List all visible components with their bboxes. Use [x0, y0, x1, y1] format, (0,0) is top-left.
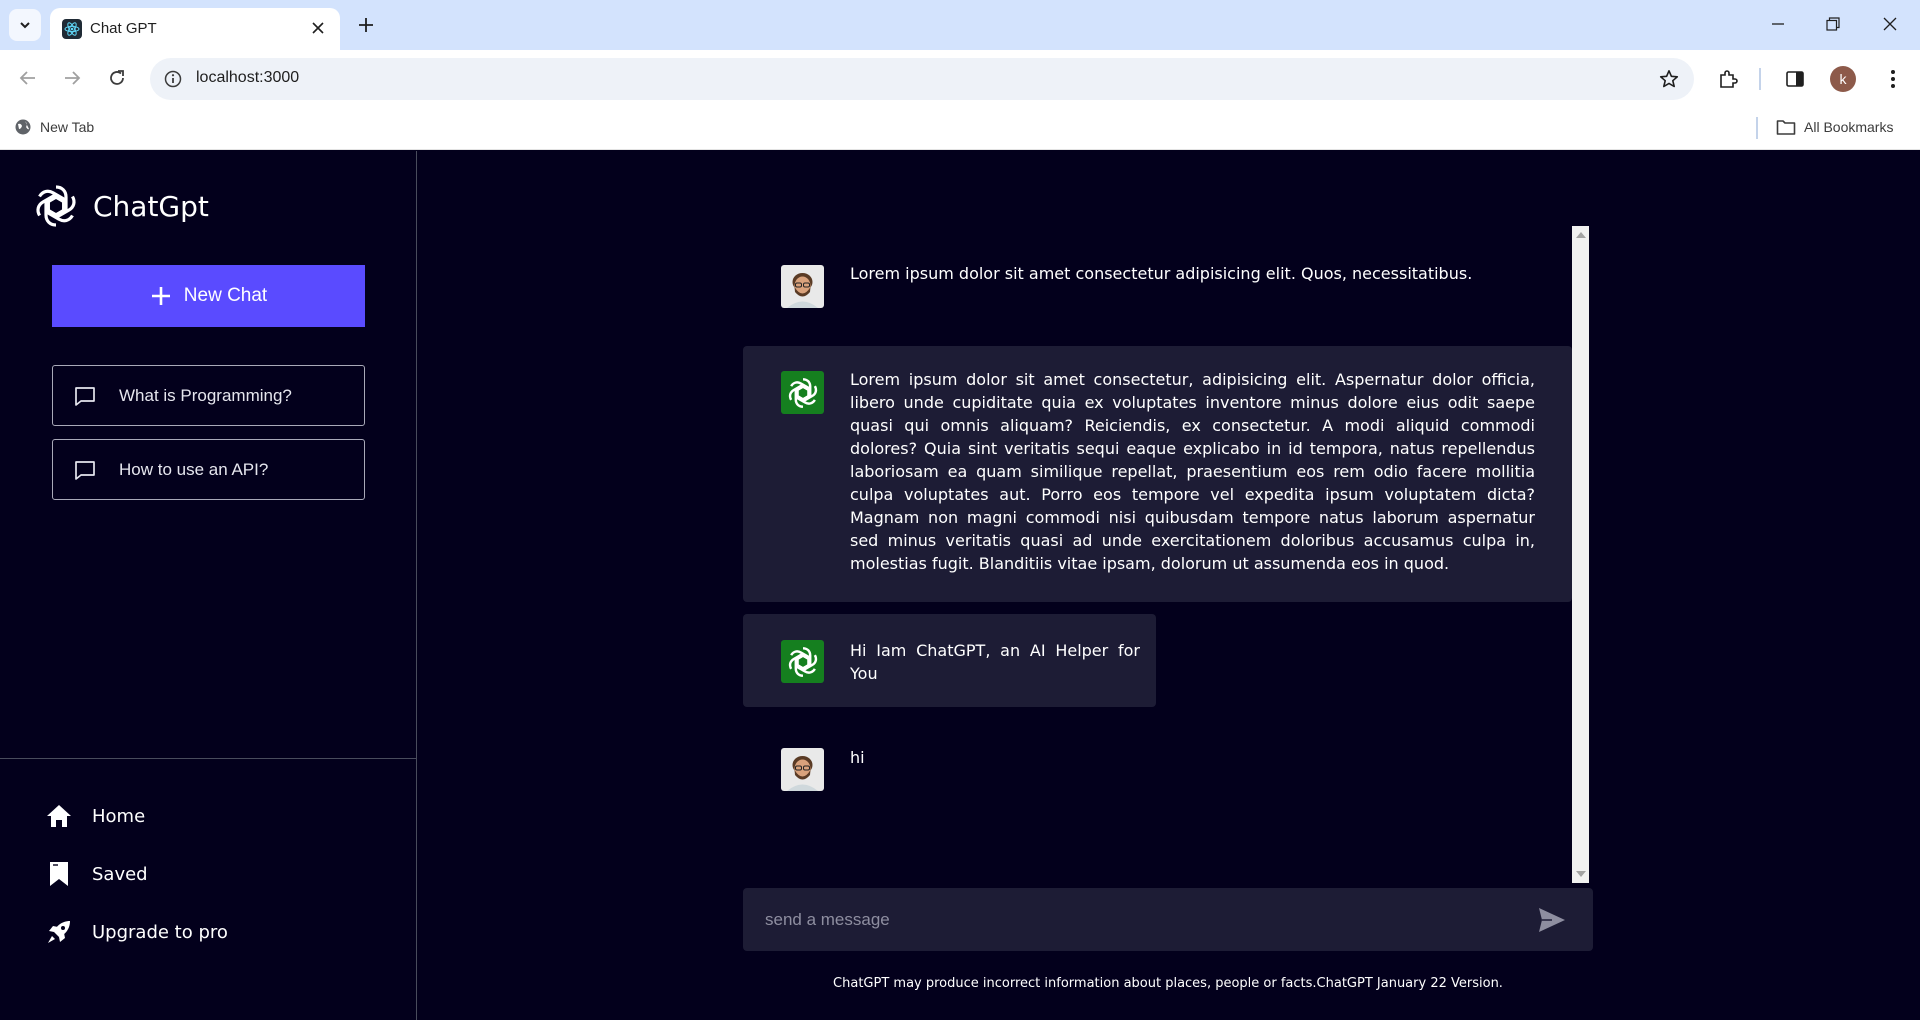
upgrade-label: Upgrade to pro	[92, 921, 228, 943]
address-bar[interactable]: localhost:3000	[150, 58, 1694, 100]
chat-main: Lorem ipsum dolor sit amet consectetur a…	[418, 151, 1920, 1020]
new-chat-button[interactable]: New Chat	[52, 265, 365, 327]
scroll-down-arrow-icon[interactable]	[1576, 871, 1586, 877]
brand-logo[interactable]: ChatGpt	[31, 181, 209, 231]
browser-toolbar: localhost:3000	[0, 50, 1920, 108]
chat-scrollbar[interactable]	[1572, 226, 1589, 883]
new-tab-plus-icon[interactable]	[352, 11, 380, 39]
query-what-is-programming[interactable]: What is Programming?	[52, 365, 365, 426]
rocket-icon	[46, 919, 72, 945]
url-text: localhost:3000	[196, 69, 300, 86]
chat-message-bot: Lorem ipsum dolor sit amet consectetur, …	[743, 346, 1572, 602]
reload-icon[interactable]	[101, 62, 133, 94]
user-avatar	[781, 748, 824, 791]
bookmark-new-tab-label: New Tab	[40, 119, 95, 135]
profile-avatar[interactable]: k	[1830, 66, 1856, 92]
plus-icon	[151, 287, 170, 305]
query-how-to-use-api[interactable]: How to use an API?	[52, 439, 365, 500]
message-text: hi	[850, 748, 865, 767]
chat-messages: Lorem ipsum dolor sit amet consectetur a…	[743, 226, 1572, 883]
message-bubble-icon	[73, 458, 97, 482]
bookmarks-bar: New Tab All Bookmarks	[0, 108, 1920, 150]
upgrade-to-pro-link[interactable]: Upgrade to pro	[46, 919, 228, 945]
site-info-icon[interactable]	[162, 68, 184, 90]
chat-message-bot: Hi Iam ChatGPT, an AI Helper for You	[743, 614, 1156, 707]
message-bubble-icon	[73, 384, 97, 408]
minimize-icon[interactable]	[1758, 8, 1798, 40]
message-text: Lorem ipsum dolor sit amet consectetur a…	[850, 264, 1473, 283]
restore-icon[interactable]	[1813, 8, 1853, 40]
tab-close-icon[interactable]	[308, 18, 328, 38]
tab-search-button[interactable]	[9, 9, 41, 41]
chatgpt-avatar-icon	[781, 640, 824, 683]
home-label: Home	[92, 805, 146, 827]
message-text: Lorem ipsum dolor sit amet consectetur, …	[850, 370, 1535, 573]
toolbar-divider	[1759, 68, 1761, 90]
query-label: How to use an API?	[119, 459, 269, 479]
bookmark-icon	[46, 861, 72, 887]
message-input[interactable]	[765, 888, 1525, 951]
folder-icon	[1776, 120, 1796, 135]
scroll-up-arrow-icon[interactable]	[1576, 232, 1586, 238]
all-bookmarks-button[interactable]: All Bookmarks	[1776, 118, 1893, 136]
chat-scroll-area[interactable]: Lorem ipsum dolor sit amet consectetur a…	[743, 226, 1589, 883]
chevron-down-icon	[20, 22, 30, 29]
new-chat-label: New Chat	[183, 285, 268, 306]
sidebar-lower-menu: Home Saved Upgrade to pro	[0, 758, 416, 1020]
disclaimer-footer: ChatGPT may produce incorrect informatio…	[833, 976, 1503, 991]
user-avatar	[781, 265, 824, 308]
chatgpt-avatar-icon	[781, 371, 824, 414]
back-arrow-icon[interactable]	[12, 62, 44, 94]
chatgpt-app: ChatGpt New Chat What is Programming? Ho…	[0, 151, 1920, 1020]
react-favicon-icon	[62, 19, 82, 39]
query-label: What is Programming?	[119, 385, 292, 405]
sidebar: ChatGpt New Chat What is Programming? Ho…	[0, 151, 417, 1020]
globe-icon	[15, 119, 31, 135]
send-button[interactable]	[1537, 905, 1567, 935]
openai-logo-icon	[36, 185, 76, 227]
extensions-puzzle-icon[interactable]	[1715, 66, 1741, 92]
browser-tab[interactable]: Chat GPT	[50, 8, 340, 50]
browser-menu-icon[interactable]	[1880, 66, 1906, 92]
tab-title: Chat GPT	[90, 20, 157, 37]
home-icon	[46, 803, 72, 829]
message-input-box	[743, 888, 1593, 951]
browser-tab-bar: Chat GPT	[0, 0, 1920, 50]
bookmarks-divider	[1756, 117, 1758, 139]
chat-message-user: hi	[743, 716, 1572, 816]
window-close-icon[interactable]	[1870, 8, 1910, 40]
home-link[interactable]: Home	[46, 803, 145, 829]
brand-name: ChatGpt	[93, 189, 209, 223]
bookmark-star-icon[interactable]	[1658, 68, 1680, 90]
saved-label: Saved	[92, 863, 148, 885]
send-icon	[1539, 908, 1565, 932]
bookmark-new-tab[interactable]: New Tab	[14, 118, 94, 136]
message-text: Hi Iam ChatGPT, an AI Helper for You	[850, 641, 1140, 683]
chat-message-user: Lorem ipsum dolor sit amet consectetur a…	[743, 226, 1572, 336]
saved-link[interactable]: Saved	[46, 861, 148, 887]
side-panel-icon[interactable]	[1782, 66, 1808, 92]
all-bookmarks-label: All Bookmarks	[1804, 119, 1894, 135]
forward-arrow-icon[interactable]	[56, 62, 88, 94]
